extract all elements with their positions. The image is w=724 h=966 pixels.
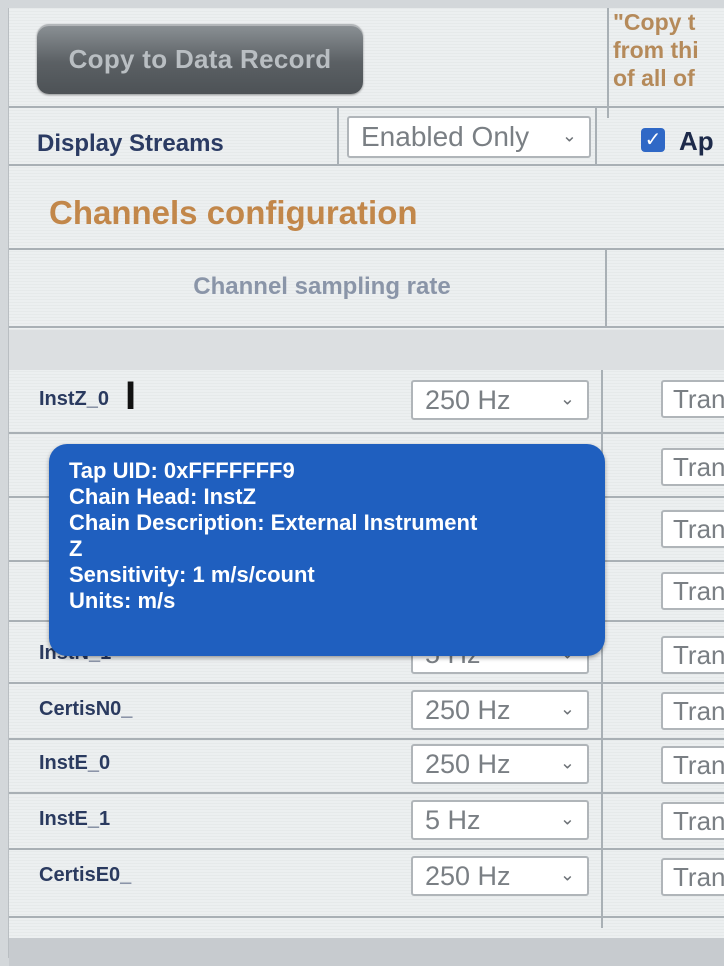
row-divider — [9, 738, 724, 740]
divider — [9, 916, 724, 918]
sampling-rate-value: 250 Hz — [425, 861, 511, 891]
copy-description: "Copy t from thi of all of — [613, 8, 724, 104]
divider — [595, 106, 597, 164]
chevron-down-icon: ⌄ — [561, 125, 577, 146]
copy-to-data-record-button[interactable]: Copy to Data Record — [37, 24, 363, 94]
display-streams-value: Enabled Only — [361, 121, 530, 152]
tooltip-sensitivity: Sensitivity: 1 m/s/count — [69, 562, 315, 587]
chevron-down-icon: ⌄ — [559, 864, 575, 885]
chevron-down-icon: ⌄ — [559, 752, 575, 773]
sampling-rate-select[interactable]: 250 Hz ⌄ — [411, 690, 589, 730]
sampling-rate-select[interactable]: 250 Hz ⌄ — [411, 856, 589, 896]
tooltip-units: Units: m/s — [69, 588, 176, 613]
channel-name: InstE_1 — [39, 808, 111, 830]
apply-label: Ap — [679, 126, 714, 156]
transform-select[interactable]: Trans — [661, 746, 724, 784]
channel-name: CertisE0_ — [39, 864, 132, 886]
tooltip-chain-head: Chain Head: InstZ — [69, 484, 257, 509]
row-divider — [9, 848, 724, 850]
display-streams-select[interactable]: Enabled Only ⌄ — [347, 116, 591, 158]
row-divider — [9, 682, 724, 684]
text-cursor-icon: I — [125, 374, 137, 418]
settings-page: Copy to Data Record "Copy t from thi of … — [8, 8, 724, 966]
divider — [9, 106, 724, 108]
divider — [9, 164, 724, 166]
transform-select[interactable]: Tran — [661, 572, 724, 610]
transform-select[interactable]: Tran — [661, 380, 724, 418]
section-title: Channels configuration — [49, 194, 418, 231]
copy-description-line: of all of — [613, 65, 695, 91]
transform-select[interactable]: Tran — [661, 448, 724, 486]
sampling-rate-select[interactable]: 250 Hz ⌄ — [411, 744, 589, 784]
copy-description-line: from thi — [613, 37, 699, 63]
transform-select[interactable]: Tran — [661, 636, 724, 674]
transform-select[interactable]: Trans — [661, 802, 724, 840]
transform-select[interactable]: Tran — [661, 510, 724, 548]
sampling-rate-select[interactable]: 250 Hz ⌄ — [411, 380, 589, 420]
channel-name: InstE_0 — [39, 752, 111, 774]
table-subheader-row — [9, 330, 724, 370]
transform-select[interactable]: Trans — [661, 692, 724, 730]
sampling-rate-value: 5 Hz — [425, 805, 481, 835]
tooltip-chain-description-cont: Z — [69, 536, 83, 561]
chevron-down-icon: ⌄ — [559, 698, 575, 719]
tooltip-tap-uid: Tap UID: 0xFFFFFFF9 — [69, 458, 295, 483]
transform-select[interactable]: Trans — [661, 858, 724, 896]
sampling-rate-value: 250 Hz — [425, 695, 511, 725]
sampling-rate-value: 250 Hz — [425, 749, 511, 779]
display-streams-label: Display Streams — [37, 130, 224, 157]
divider — [9, 326, 724, 328]
channel-name: InstZ_0 — [39, 388, 110, 410]
chevron-down-icon: ⌄ — [559, 808, 575, 829]
copy-description-line: "Copy t — [613, 9, 696, 35]
channel-name: CertisN0_ — [39, 698, 133, 720]
horizontal-scrollbar[interactable] — [9, 938, 724, 966]
divider — [9, 248, 724, 250]
sampling-rate-value: 250 Hz — [425, 385, 511, 415]
channel-sampling-rate-header: Channel sampling rate — [193, 273, 451, 300]
divider — [337, 106, 339, 164]
divider — [607, 8, 609, 118]
row-divider — [9, 792, 724, 794]
checkbox-checked-icon[interactable]: ✓ — [641, 128, 665, 152]
chevron-down-icon: ⌄ — [559, 388, 575, 409]
tooltip-chain-description: Chain Description: External Instrument — [69, 510, 478, 535]
row-divider — [9, 432, 724, 434]
channel-tooltip: Tap UID: 0xFFFFFFF9 Chain Head: InstZ Ch… — [49, 444, 605, 656]
sampling-rate-select[interactable]: 5 Hz ⌄ — [411, 800, 589, 840]
